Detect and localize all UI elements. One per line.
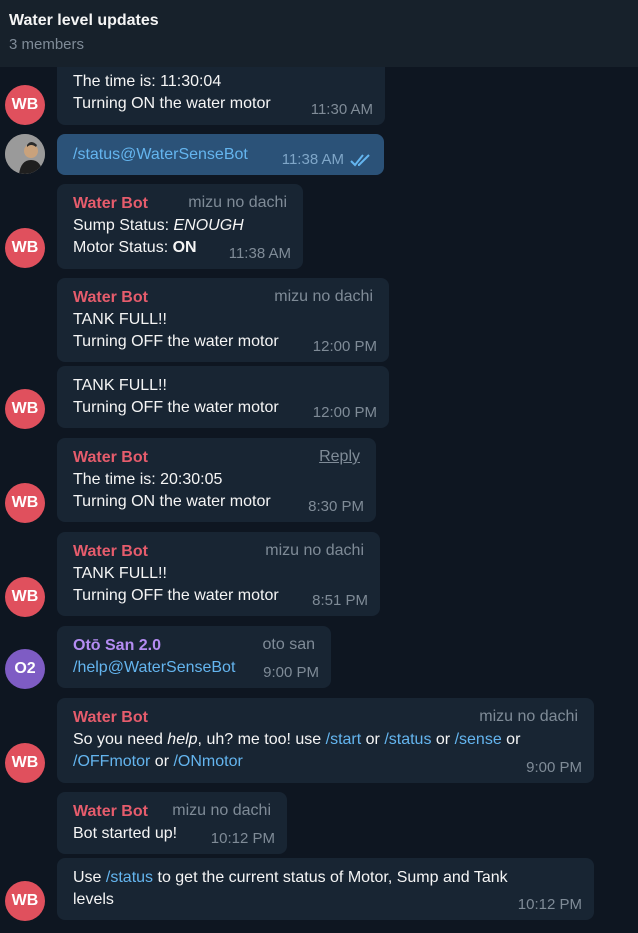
message-bubble[interactable]: Otō San 2.0 oto san /help@WaterSenseBot … (57, 626, 331, 688)
message-bubble[interactable]: Water Bot mizu no dachi TANK FULL!! Turn… (57, 278, 389, 362)
avatar[interactable]: WB (5, 881, 45, 921)
message-text: TANK FULL!! (73, 311, 167, 328)
via-bot-label: mizu no dachi (265, 542, 364, 559)
message-text-bold: ON (172, 239, 197, 256)
command-link-start[interactable]: /start (326, 731, 362, 748)
chat-header[interactable]: Water level updates 3 members (0, 0, 638, 67)
message-text: The time is: 11:30:04 (73, 73, 222, 90)
via-bot-label: mizu no dachi (479, 708, 578, 725)
command-link-onmotor[interactable]: /ONmotor (173, 753, 242, 770)
message-bubble[interactable]: TANK FULL!! Turning OFF the water motor … (57, 366, 389, 428)
message-bubble[interactable]: Water Bot mizu no dachi Bot started up! … (57, 792, 287, 854)
message-text: to get the current status of Motor, Sump… (153, 869, 508, 886)
command-link-offmotor[interactable]: /OFFmotor (73, 753, 150, 770)
message-bubble[interactable]: Water Bot mizu no dachi TANK FULL!! Turn… (57, 532, 380, 616)
message-text: or (361, 731, 385, 748)
message-time: 9:00 PM (526, 759, 582, 776)
command-link-status[interactable]: /status (384, 731, 431, 748)
message-time: 8:51 PM (312, 592, 368, 609)
avatar[interactable]: WB (5, 85, 45, 125)
message-text: Use (73, 869, 106, 886)
message-text: The time is: 20:30:05 (73, 471, 223, 488)
avatar[interactable]: WB (5, 228, 45, 268)
message-bubble[interactable]: Water Bot mizu no dachi Sump Status: ENO… (57, 184, 303, 269)
message-time: 11:38 AM (281, 151, 344, 168)
message-time: 11:38 AM (228, 245, 291, 262)
user-avatar[interactable] (5, 134, 45, 174)
avatar[interactable]: WB (5, 483, 45, 523)
avatar[interactable]: WB (5, 577, 45, 617)
message-bubble[interactable]: The time is: 11:30:04 Turning ON the wat… (57, 67, 385, 125)
message-bubble[interactable]: Use /status to get the current status of… (57, 858, 594, 920)
message-time: 10:12 PM (210, 830, 275, 847)
reply-link[interactable]: Reply (319, 446, 360, 468)
message-time: 10:12 PM (517, 896, 582, 913)
message-text: or (150, 753, 174, 770)
message-time: 12:00 PM (312, 338, 377, 355)
message-time: 8:30 PM (308, 498, 364, 515)
command-link-status[interactable]: /status (106, 869, 153, 886)
user-photo-icon (5, 134, 45, 174)
message-time: 9:00 PM (263, 664, 319, 681)
message-text: So you need (73, 731, 168, 748)
message-bubble[interactable]: Water Bot mizu no dachi So you need help… (57, 698, 594, 783)
message-text: or (501, 731, 521, 748)
message-text: or (431, 731, 455, 748)
message-text: , uh? me too! use (197, 731, 326, 748)
message-text-italic: ENOUGH (173, 217, 244, 234)
message-bubble[interactable]: Water Bot Reply The time is: 20:30:05 Tu… (57, 438, 376, 522)
message-time: 12:00 PM (312, 404, 377, 421)
via-bot-label: mizu no dachi (274, 288, 373, 305)
via-bot-label: mizu no dachi (188, 194, 287, 211)
outgoing-message-bubble[interactable]: /status@WaterSenseBot 11:38 AM (57, 134, 384, 175)
message-text: levels (73, 891, 114, 908)
member-count[interactable]: 3 members (9, 35, 638, 55)
read-checkmarks-icon (350, 154, 370, 167)
via-bot-label: mizu no dachi (172, 802, 271, 819)
message-time: 11:30 AM (310, 101, 373, 118)
message-text: TANK FULL!! (73, 565, 167, 582)
message-text-italic: help (167, 731, 198, 748)
avatar[interactable]: WB (5, 389, 45, 429)
message-text: Sump Status: (73, 217, 174, 234)
chat-title: Water level updates (9, 12, 159, 29)
sender-username: oto san (262, 636, 315, 653)
message-text: Motor Status: (73, 239, 173, 256)
command-link-sense[interactable]: /sense (455, 731, 502, 748)
avatar[interactable]: O2 (5, 649, 45, 689)
sender-name[interactable]: Water Bot (73, 447, 360, 469)
avatar[interactable]: WB (5, 743, 45, 783)
message-text: TANK FULL!! (73, 377, 167, 394)
